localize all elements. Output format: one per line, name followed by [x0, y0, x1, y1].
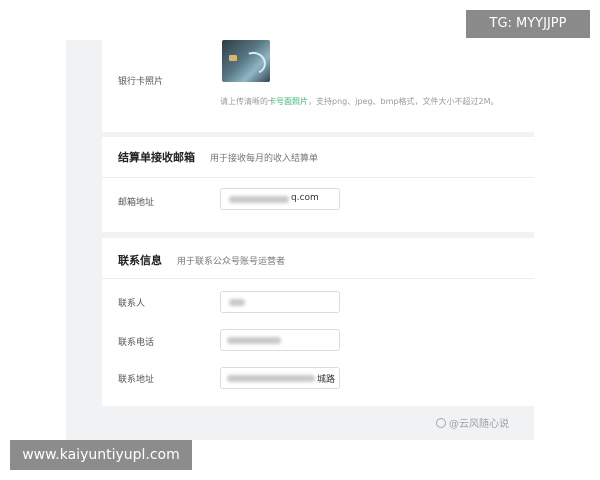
hint-suffix: ，支持png、jpeg、bmp格式，文件大小不超过2M。	[308, 97, 499, 106]
contact-person-label: 联系人	[118, 299, 146, 309]
contact-address-field[interactable]: 城路	[220, 367, 340, 389]
email-label: 邮箱地址	[118, 198, 155, 208]
card-logo-icon	[238, 48, 270, 78]
wechat-icon	[436, 418, 446, 428]
billing-section-title: 结算单接收邮箱	[118, 151, 195, 164]
hint-prefix: 请上传清晰的	[220, 97, 268, 106]
email-field-value: q.com	[291, 193, 319, 203]
bank-card-photo-label: 银行卡照片	[118, 77, 164, 87]
redacted-text	[229, 196, 289, 203]
page: 银行卡照片 请上传清晰的卡号面照片，支持png、jpeg、bmp格式，文件大小不…	[0, 0, 600, 480]
wechat-watermark: @云风随心说	[436, 415, 509, 430]
contact-person-field[interactable]	[220, 291, 340, 313]
section-divider	[102, 278, 534, 279]
contact-address-label: 联系地址	[118, 375, 155, 385]
section-divider	[102, 177, 534, 178]
top-watermark: TG: MYYJJPP	[466, 10, 590, 38]
contact-phone-field[interactable]	[220, 329, 340, 351]
contact-phone-label: 联系电话	[118, 338, 155, 348]
contact-section-title: 联系信息	[118, 254, 162, 267]
bank-card-section: 银行卡照片 请上传清晰的卡号面照片，支持png、jpeg、bmp格式，文件大小不…	[102, 40, 534, 132]
wechat-watermark-text: @云风随心说	[449, 419, 509, 430]
bank-card-photo-thumbnail[interactable]	[222, 40, 270, 82]
billing-email-section: 结算单接收邮箱 用于接收每月的收入结算单 邮箱地址 q.com	[102, 137, 534, 232]
bottom-watermark: www.kaiyuntiyupl.com	[10, 440, 192, 470]
contact-info-section: 联系信息 用于联系公众号账号运营者 联系人 联系电话 联系地址 城路	[102, 238, 534, 406]
address-field-value: 城路	[317, 375, 336, 385]
redacted-text	[227, 337, 281, 344]
bank-card-upload-hint: 请上传清晰的卡号面照片，支持png、jpeg、bmp格式，文件大小不超过2M。	[220, 96, 498, 107]
hint-accent: 卡号面照片	[268, 97, 308, 106]
redacted-text	[229, 299, 245, 306]
contact-section-subtitle: 用于联系公众号账号运营者	[177, 257, 286, 267]
email-field[interactable]: q.com	[220, 188, 340, 210]
billing-section-subtitle: 用于接收每月的收入结算单	[210, 154, 319, 164]
card-chip-icon	[229, 55, 237, 61]
redacted-text	[227, 375, 315, 382]
